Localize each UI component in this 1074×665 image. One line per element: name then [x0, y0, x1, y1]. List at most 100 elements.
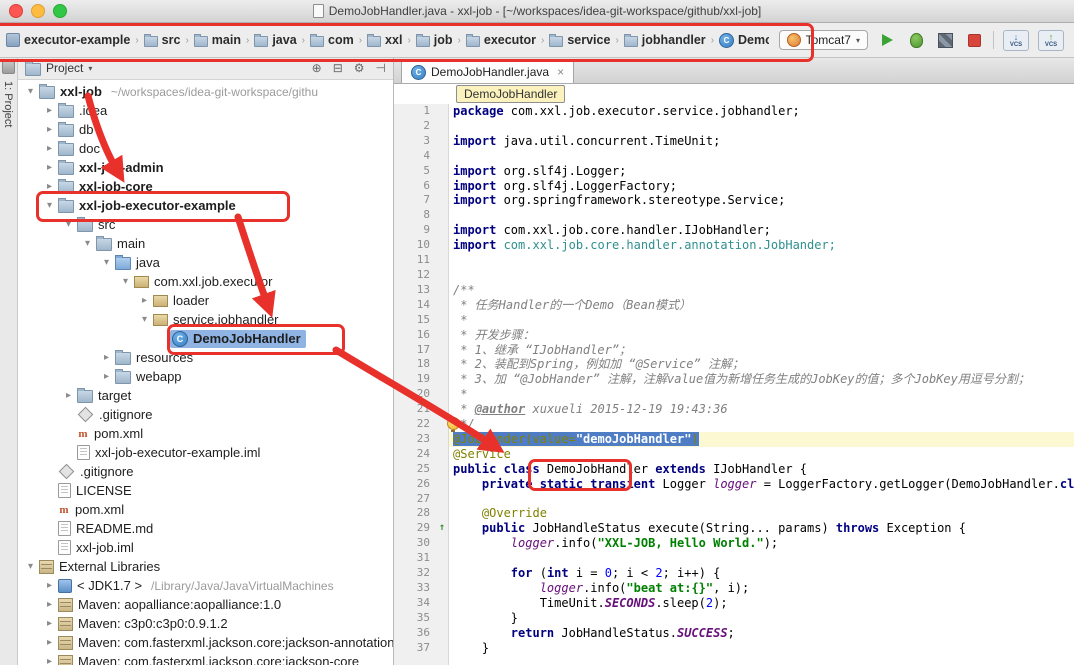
tree-toggle-icon[interactable]: ▸	[43, 124, 56, 135]
tree-item[interactable]: doc	[56, 140, 105, 157]
code-line-8[interactable]: 8	[394, 208, 1074, 223]
tree-row-readme-md[interactable]: README.md	[18, 519, 393, 538]
code-line-33[interactable]: 33 logger.info("beat at:{}", i);	[394, 581, 1074, 596]
tree-toggle-icon[interactable]: ▸	[43, 618, 56, 629]
tree-toggle-icon[interactable]: ▾	[100, 257, 113, 268]
tree-toggle-icon[interactable]: ▾	[62, 219, 75, 230]
tree-row-maven-com-fasterxml-jackson-core-jackson-annotations[interactable]: ▸Maven: com.fasterxml.jackson.core:jacks…	[18, 633, 393, 652]
tree-item[interactable]: service.jobhandler	[151, 311, 284, 328]
tab-demojobhandler[interactable]: C DemoJobHandler.java ×	[401, 60, 574, 83]
tree-toggle-icon[interactable]: ▾	[43, 200, 56, 211]
tree-item[interactable]: target	[75, 387, 136, 404]
tree-item[interactable]: loader	[151, 292, 214, 309]
tree-item[interactable]: CDemoJobHandler	[170, 330, 306, 348]
breadcrumb-item-com[interactable]: com	[308, 31, 356, 49]
code-line-2[interactable]: 2	[394, 119, 1074, 134]
tree-item[interactable]: src	[75, 216, 120, 233]
tree-row-gitignore[interactable]: .gitignore	[18, 405, 393, 424]
tree-row-idea[interactable]: ▸.idea	[18, 101, 393, 120]
code-line-23[interactable]: 23@JobHander(value="demoJobHandler")	[394, 432, 1074, 447]
code-line-30[interactable]: 30 logger.info("XXL-JOB, Hello World.");	[394, 536, 1074, 551]
code-line-21[interactable]: 21 * @author xuxueli 2015-12-19 19:43:36	[394, 402, 1074, 417]
tree-row-webapp[interactable]: ▸webapp	[18, 367, 393, 386]
code-line-10[interactable]: 10import com.xxl.job.core.handler.annota…	[394, 238, 1074, 253]
tree-item[interactable]: webapp	[113, 368, 187, 385]
vcs-update-button[interactable]: ↓ VCS	[1003, 30, 1029, 51]
breadcrumb-item-executor[interactable]: executor	[464, 31, 538, 49]
breadcrumb-item-xxl[interactable]: xxl	[365, 31, 404, 49]
tree-row-resources[interactable]: ▸resources	[18, 348, 393, 367]
tree-item[interactable]: xxl-job-executor-example	[56, 197, 241, 214]
tree-toggle-icon[interactable]: ▾	[24, 86, 37, 97]
code-line-25[interactable]: 25public class DemoJobHandler extends IJ…	[394, 462, 1074, 477]
tree-toggle-icon[interactable]: ▸	[43, 105, 56, 116]
tree-item[interactable]: README.md	[56, 520, 158, 537]
tree-row-db[interactable]: ▸db	[18, 120, 393, 139]
tree-row-main[interactable]: ▾main	[18, 234, 393, 253]
tree-toggle-icon[interactable]: ▾	[81, 238, 94, 249]
code-line-9[interactable]: 9import com.xxl.job.core.handler.IJobHan…	[394, 223, 1074, 238]
intention-bulb-icon[interactable]	[447, 417, 460, 430]
code-line-11[interactable]: 11	[394, 253, 1074, 268]
tree-toggle-icon[interactable]: ▸	[100, 371, 113, 382]
code-line-18[interactable]: 18 * 2、装配到Spring，例如加 “@Service” 注解；	[394, 357, 1074, 372]
code-line-3[interactable]: 3import java.util.concurrent.TimeUnit;	[394, 134, 1074, 149]
close-window-button[interactable]	[9, 4, 23, 18]
tree-item[interactable]: main	[94, 235, 150, 252]
tree-toggle-icon[interactable]: ▸	[43, 656, 56, 665]
tree-item[interactable]: External Libraries	[37, 558, 165, 575]
tree-toggle-icon[interactable]: ▸	[43, 637, 56, 648]
code-line-32[interactable]: 32 for (int i = 0; i < 2; i++) {	[394, 566, 1074, 581]
breadcrumb-item-job[interactable]: job	[414, 31, 455, 49]
tree-item[interactable]: .gitignore	[75, 406, 157, 423]
code-line-29[interactable]: 29↑ public JobHandleStatus execute(Strin…	[394, 521, 1074, 536]
tree-toggle-icon[interactable]: ▾	[138, 314, 151, 325]
gear-icon[interactable]: ⚙	[354, 61, 365, 75]
tree-row-jdk1-7[interactable]: ▸< JDK1.7 >/Library/Java/JavaVirtualMach…	[18, 576, 393, 595]
tree-row-xxl-job-iml[interactable]: xxl-job.iml	[18, 538, 393, 557]
tree-row-xxl-job-core[interactable]: ▸xxl-job-core	[18, 177, 393, 196]
breadcrumb-item-demojobhandler[interactable]: CDemoJobHandler	[717, 31, 769, 50]
tree-item[interactable]: resources	[113, 349, 198, 366]
tree-item[interactable]: Maven: com.fasterxml.jackson.core:jackso…	[56, 634, 393, 651]
code-line-27[interactable]: 27	[394, 492, 1074, 507]
debug-button[interactable]	[906, 30, 926, 50]
tree-item[interactable]: .idea	[56, 102, 112, 119]
tree-toggle-icon[interactable]: ▸	[43, 181, 56, 192]
breadcrumb-item-executor-example[interactable]: executor-example	[4, 31, 132, 49]
tree-item[interactable]: LICENSE	[56, 482, 137, 499]
tree-item[interactable]: java	[113, 254, 165, 271]
run-button[interactable]	[877, 30, 897, 50]
editor-breadcrumb-item[interactable]: DemoJobHandler	[456, 85, 565, 103]
tree-item[interactable]: .gitignore	[56, 463, 138, 480]
code-line-14[interactable]: 14 * 任务Handler的一个Demo（Bean模式）	[394, 298, 1074, 313]
breadcrumb-item-service[interactable]: service	[547, 31, 612, 49]
tree-toggle-icon[interactable]: ▾	[119, 276, 132, 287]
tree-item[interactable]: db	[56, 121, 98, 138]
tree-item[interactable]: mpom.xml	[75, 425, 148, 442]
tree-item[interactable]: < JDK1.7 >/Library/Java/JavaVirtualMachi…	[56, 577, 339, 594]
tree-row-com-xxl-job-executor[interactable]: ▾com.xxl.job.executor	[18, 272, 393, 291]
code-line-36[interactable]: 36 return JobHandleStatus.SUCCESS;	[394, 626, 1074, 641]
code-line-1[interactable]: 1package com.xxl.job.executor.service.jo…	[394, 104, 1074, 119]
code-line-15[interactable]: 15 *	[394, 313, 1074, 328]
tree-toggle-icon[interactable]: ▸	[62, 390, 75, 401]
tree-row-target[interactable]: ▸target	[18, 386, 393, 405]
code-line-6[interactable]: 6import org.slf4j.LoggerFactory;	[394, 179, 1074, 194]
tree-row-doc[interactable]: ▸doc	[18, 139, 393, 158]
tree-item[interactable]: xxl-job-admin	[56, 159, 169, 176]
tree-item[interactable]: xxl-job.iml	[56, 539, 139, 556]
tree-row-pom-xml[interactable]: mpom.xml	[18, 500, 393, 519]
code-line-37[interactable]: 37 }	[394, 641, 1074, 656]
close-icon[interactable]: ×	[557, 65, 564, 79]
tree-toggle-icon[interactable]: ▾	[24, 561, 37, 572]
code-line-35[interactable]: 35 }	[394, 611, 1074, 626]
tree-row-xxl-job-executor-example-iml[interactable]: xxl-job-executor-example.iml	[18, 443, 393, 462]
breadcrumb-item-java[interactable]: java	[252, 31, 298, 49]
tree-toggle-icon[interactable]: ▸	[100, 352, 113, 363]
tree-item[interactable]: com.xxl.job.executor	[132, 273, 278, 290]
minimize-window-button[interactable]	[31, 4, 45, 18]
tree-row-demojobhandler[interactable]: CDemoJobHandler	[18, 329, 393, 348]
stop-button[interactable]	[964, 30, 984, 50]
code-line-31[interactable]: 31	[394, 551, 1074, 566]
